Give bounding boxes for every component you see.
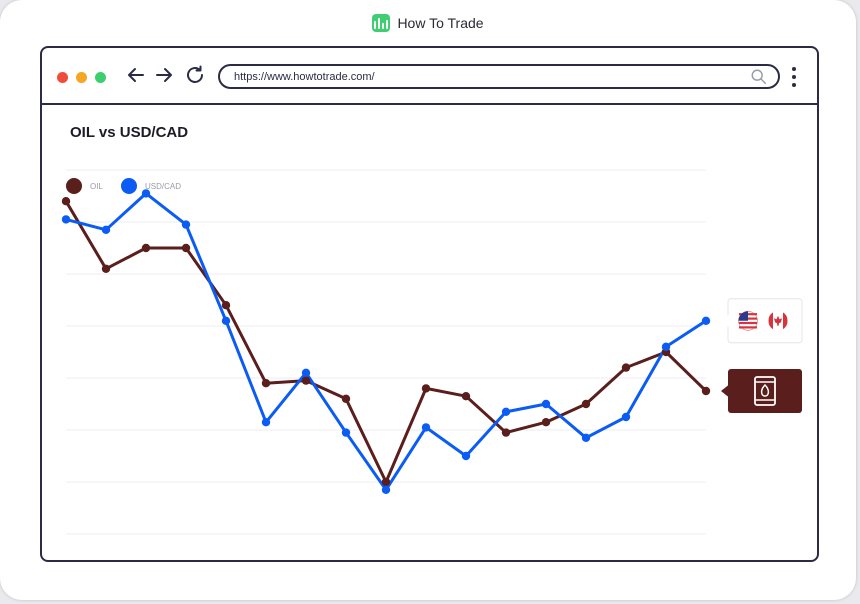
legend-swatch-usdcad [121, 178, 137, 194]
series-end-markers [721, 298, 803, 413]
data-point-usdcad [461, 451, 471, 461]
legend: OIL USD/CAD [66, 178, 181, 194]
series-line-usdcad [64, 191, 708, 492]
data-point-usdcad [701, 316, 711, 325]
series-points [61, 189, 711, 494]
data-point-oil [101, 264, 111, 273]
series-line-oil [64, 199, 708, 484]
data-point-usdcad [61, 215, 71, 224]
brand-logo-icon [372, 14, 391, 32]
us-flag-icon [738, 311, 758, 331]
data-point-oil [61, 197, 71, 206]
legend-label-oil: OIL [90, 182, 103, 191]
data-point-usdcad [101, 225, 111, 234]
browser-window: https://www.howtotrade.com/ OIL vs USD/C… [40, 46, 819, 562]
data-point-oil [701, 386, 711, 396]
data-point-usdcad [341, 428, 351, 437]
oil-barrel-icon [721, 369, 802, 413]
data-point-usdcad [581, 433, 591, 442]
brand-name: How To Trade [397, 15, 484, 31]
chart-area: OIL USD/CAD [61, 169, 803, 535]
data-point-usdcad [381, 485, 391, 494]
data-point-oil [541, 418, 551, 427]
data-point-oil [421, 384, 431, 393]
data-point-oil [461, 392, 471, 401]
data-point-oil [301, 376, 311, 385]
legend-swatch-oil [66, 178, 82, 194]
data-point-oil [181, 243, 191, 253]
series-lines [64, 191, 708, 492]
data-point-oil [381, 477, 391, 487]
data-point-oil [221, 301, 231, 310]
legend-label-usdcad: USD/CAD [145, 182, 181, 191]
data-point-usdcad [181, 220, 191, 229]
data-point-usdcad [541, 399, 551, 409]
data-point-usdcad [221, 316, 231, 325]
data-point-oil [501, 428, 511, 437]
data-point-usdcad [261, 418, 271, 427]
canada-flag-icon [768, 311, 788, 331]
data-point-usdcad [301, 368, 311, 377]
data-point-usdcad [141, 189, 151, 198]
brand-header: How To Trade [0, 14, 856, 32]
data-point-oil [581, 399, 591, 409]
data-point-usdcad [661, 342, 671, 351]
data-point-usdcad [501, 407, 511, 416]
screenshot-card: How To Trade https://www.howtotrade.com/ [0, 0, 856, 600]
data-point-oil [621, 363, 631, 372]
data-point-usdcad [421, 423, 431, 432]
data-point-oil [341, 394, 351, 403]
us-canada-flags-icon [721, 298, 803, 344]
data-point-oil [141, 243, 151, 253]
data-point-usdcad [621, 412, 631, 422]
data-point-oil [261, 379, 271, 388]
